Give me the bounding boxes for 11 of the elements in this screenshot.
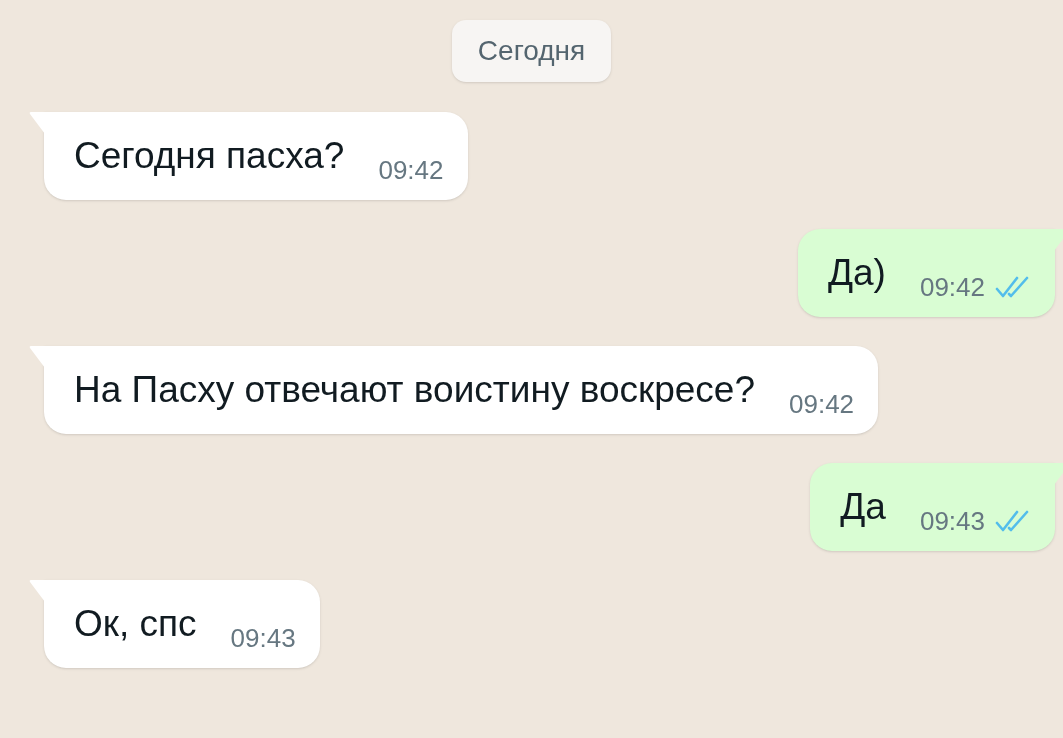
message-time: 09:42 [789,388,855,421]
message-text: На Пасху отвечают воистину воскресе? [74,368,755,412]
date-chip: Сегодня [451,20,612,82]
message-text: Да) [827,251,886,295]
message-text: Да [840,485,886,529]
message-text: Сегодня пасха? [74,134,345,178]
message-text: Ок, спс [74,602,197,646]
message-time: 09:43 [230,622,296,655]
message-time: 09:42 [378,154,444,187]
message-time: 09:42 [919,271,985,304]
message-time: 09:43 [919,505,985,538]
